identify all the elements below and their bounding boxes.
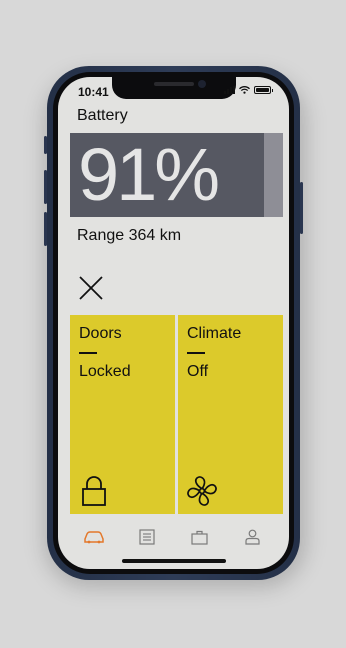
volume-down-button xyxy=(44,212,47,246)
volume-up-button xyxy=(44,170,47,204)
phone-bezel: 10:41 Battery 91% Range 364 km Doors Loc… xyxy=(53,72,294,574)
battery-percentage: 91% xyxy=(78,133,220,216)
battery-heading: Battery xyxy=(77,107,128,124)
tab-briefcase[interactable] xyxy=(188,527,212,547)
home-indicator[interactable] xyxy=(121,559,226,563)
tab-list[interactable] xyxy=(135,527,159,547)
app-screen: 10:41 Battery 91% Range 364 km Doors Loc… xyxy=(58,77,289,569)
list-icon xyxy=(139,529,155,545)
cellular-signal-icon xyxy=(224,86,235,94)
tab-car[interactable] xyxy=(82,527,106,547)
car-icon xyxy=(84,531,105,544)
status-time: 10:41 xyxy=(78,85,109,99)
doors-divider xyxy=(79,352,97,354)
notch xyxy=(111,77,236,99)
doors-title: Doors xyxy=(79,325,122,342)
mute-switch xyxy=(44,136,47,154)
phone-frame: 10:41 Battery 91% Range 364 km Doors Loc… xyxy=(44,66,303,580)
status-battery-icon xyxy=(254,86,273,94)
wifi-icon xyxy=(239,86,250,94)
doors-status: Locked xyxy=(79,363,131,380)
fan-icon xyxy=(187,476,217,506)
user-icon xyxy=(245,529,260,545)
climate-status: Off xyxy=(187,363,209,380)
doors-tile[interactable]: Doors Locked xyxy=(70,315,175,514)
front-camera xyxy=(197,80,206,88)
power-button xyxy=(300,182,303,234)
status-icons xyxy=(224,86,273,94)
lock-icon xyxy=(82,476,106,506)
earpiece-speaker xyxy=(153,82,194,86)
range-readout: Range 364 km xyxy=(77,227,182,244)
tab-bar xyxy=(58,520,289,554)
climate-tile[interactable]: Climate Off xyxy=(178,315,283,514)
battery-level-bar: 91% xyxy=(70,133,283,217)
briefcase-icon xyxy=(191,530,208,545)
tab-profile[interactable] xyxy=(241,527,265,547)
close-icon[interactable] xyxy=(77,274,105,302)
climate-title: Climate xyxy=(187,325,242,342)
climate-divider xyxy=(187,352,205,354)
